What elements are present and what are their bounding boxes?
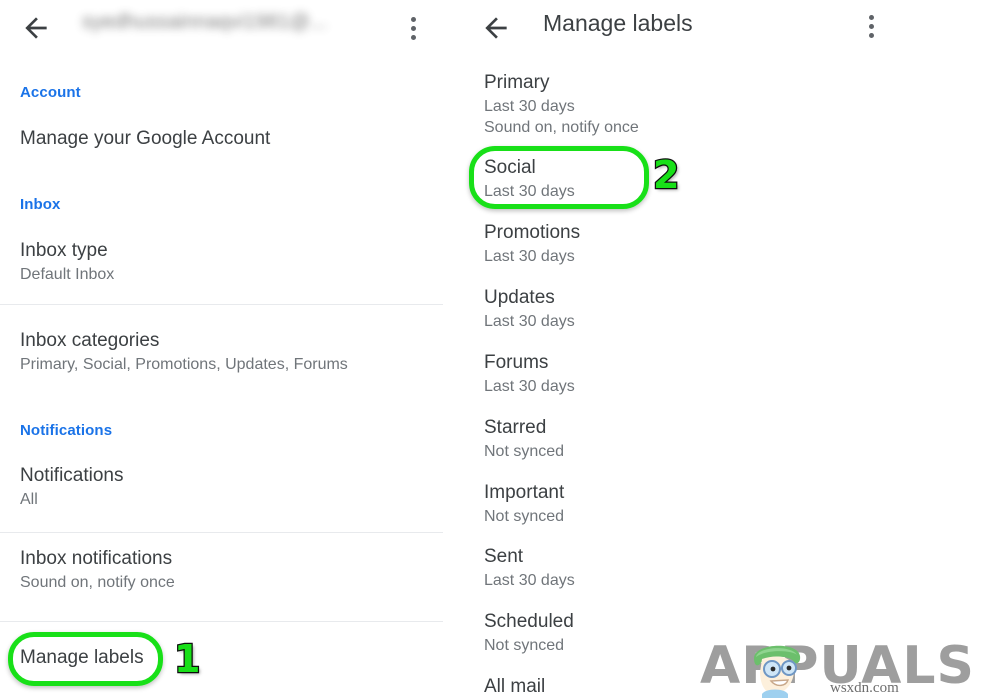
back-arrow-icon[interactable]	[20, 12, 52, 44]
account-email-title: syedhussainnaqvi1981@...	[82, 11, 327, 34]
label-sync-status: Not synced	[484, 508, 564, 526]
label-sync-status: Not synced	[484, 637, 564, 655]
row-subtitle: All	[20, 491, 38, 509]
row-notifications[interactable]: Notifications All	[0, 465, 443, 517]
row-inbox-type[interactable]: Inbox type Default Inbox	[0, 240, 443, 292]
label-name: Important	[484, 482, 564, 504]
label-name: Sent	[484, 546, 523, 568]
row-title: Manage labels	[20, 647, 144, 669]
label-sync-status: Last 30 days	[484, 183, 575, 201]
row-title: Inbox notifications	[20, 548, 172, 570]
list-divider	[0, 304, 443, 305]
label-notify-status: Sound on, notify once	[484, 119, 639, 137]
label-name: Social	[484, 157, 536, 179]
right-appbar: Manage labels	[460, 0, 982, 56]
label-name: Scheduled	[484, 611, 574, 633]
label-sync-status: Last 30 days	[484, 572, 575, 590]
label-name: Starred	[484, 417, 546, 439]
row-inbox-categories[interactable]: Inbox categories Primary, Social, Promot…	[0, 330, 443, 382]
left-appbar: syedhussainnaqvi1981@...	[0, 0, 460, 56]
label-name: All mail	[484, 676, 545, 698]
label-row-scheduled[interactable]: Scheduled Not synced	[460, 611, 960, 661]
label-name: Primary	[484, 72, 549, 94]
label-row-updates[interactable]: Updates Last 30 days	[460, 287, 960, 337]
list-divider	[0, 532, 443, 533]
label-row-promotions[interactable]: Promotions Last 30 days	[460, 222, 960, 272]
gmail-settings-panel: syedhussainnaqvi1981@... Account Manage …	[0, 0, 460, 699]
label-name: Promotions	[484, 222, 580, 244]
row-title: Manage your Google Account	[20, 128, 270, 150]
more-vert-icon[interactable]	[400, 11, 428, 45]
label-row-social[interactable]: Social Last 30 days	[460, 157, 960, 207]
row-inbox-notifications[interactable]: Inbox notifications Sound on, notify onc…	[0, 548, 443, 600]
row-subtitle: Primary, Social, Promotions, Updates, Fo…	[20, 356, 348, 374]
back-arrow-icon[interactable]	[480, 12, 512, 44]
section-header-notifications: Notifications	[20, 422, 112, 439]
row-manage-google-account[interactable]: Manage your Google Account	[0, 128, 443, 162]
page-title: Manage labels	[543, 10, 693, 37]
manage-labels-panel: Manage labels Primary Last 30 days Sound…	[460, 0, 982, 699]
row-title: Inbox type	[20, 240, 108, 262]
more-vert-icon[interactable]	[858, 9, 886, 43]
label-row-primary[interactable]: Primary Last 30 days Sound on, notify on…	[460, 72, 960, 142]
row-subtitle: Default Inbox	[20, 266, 114, 284]
list-divider	[0, 621, 443, 622]
label-sync-status: Last 30 days	[484, 98, 575, 116]
row-title: Notifications	[20, 465, 124, 487]
row-title: Inbox categories	[20, 330, 159, 352]
label-sync-status: Last 30 days	[484, 313, 575, 331]
row-manage-labels[interactable]: Manage labels	[0, 647, 443, 681]
section-header-account: Account	[20, 84, 81, 101]
label-row-important[interactable]: Important Not synced	[460, 482, 960, 532]
label-sync-status: Last 30 days	[484, 378, 575, 396]
label-name: Updates	[484, 287, 555, 309]
label-row-all-mail[interactable]: All mail	[460, 676, 960, 699]
label-sync-status: Last 30 days	[484, 248, 575, 266]
label-row-sent[interactable]: Sent Last 30 days	[460, 546, 960, 596]
label-sync-status: Not synced	[484, 443, 564, 461]
label-row-starred[interactable]: Starred Not synced	[460, 417, 960, 467]
label-row-forums[interactable]: Forums Last 30 days	[460, 352, 960, 402]
label-name: Forums	[484, 352, 548, 374]
row-subtitle: Sound on, notify once	[20, 574, 175, 592]
section-header-inbox: Inbox	[20, 196, 61, 213]
